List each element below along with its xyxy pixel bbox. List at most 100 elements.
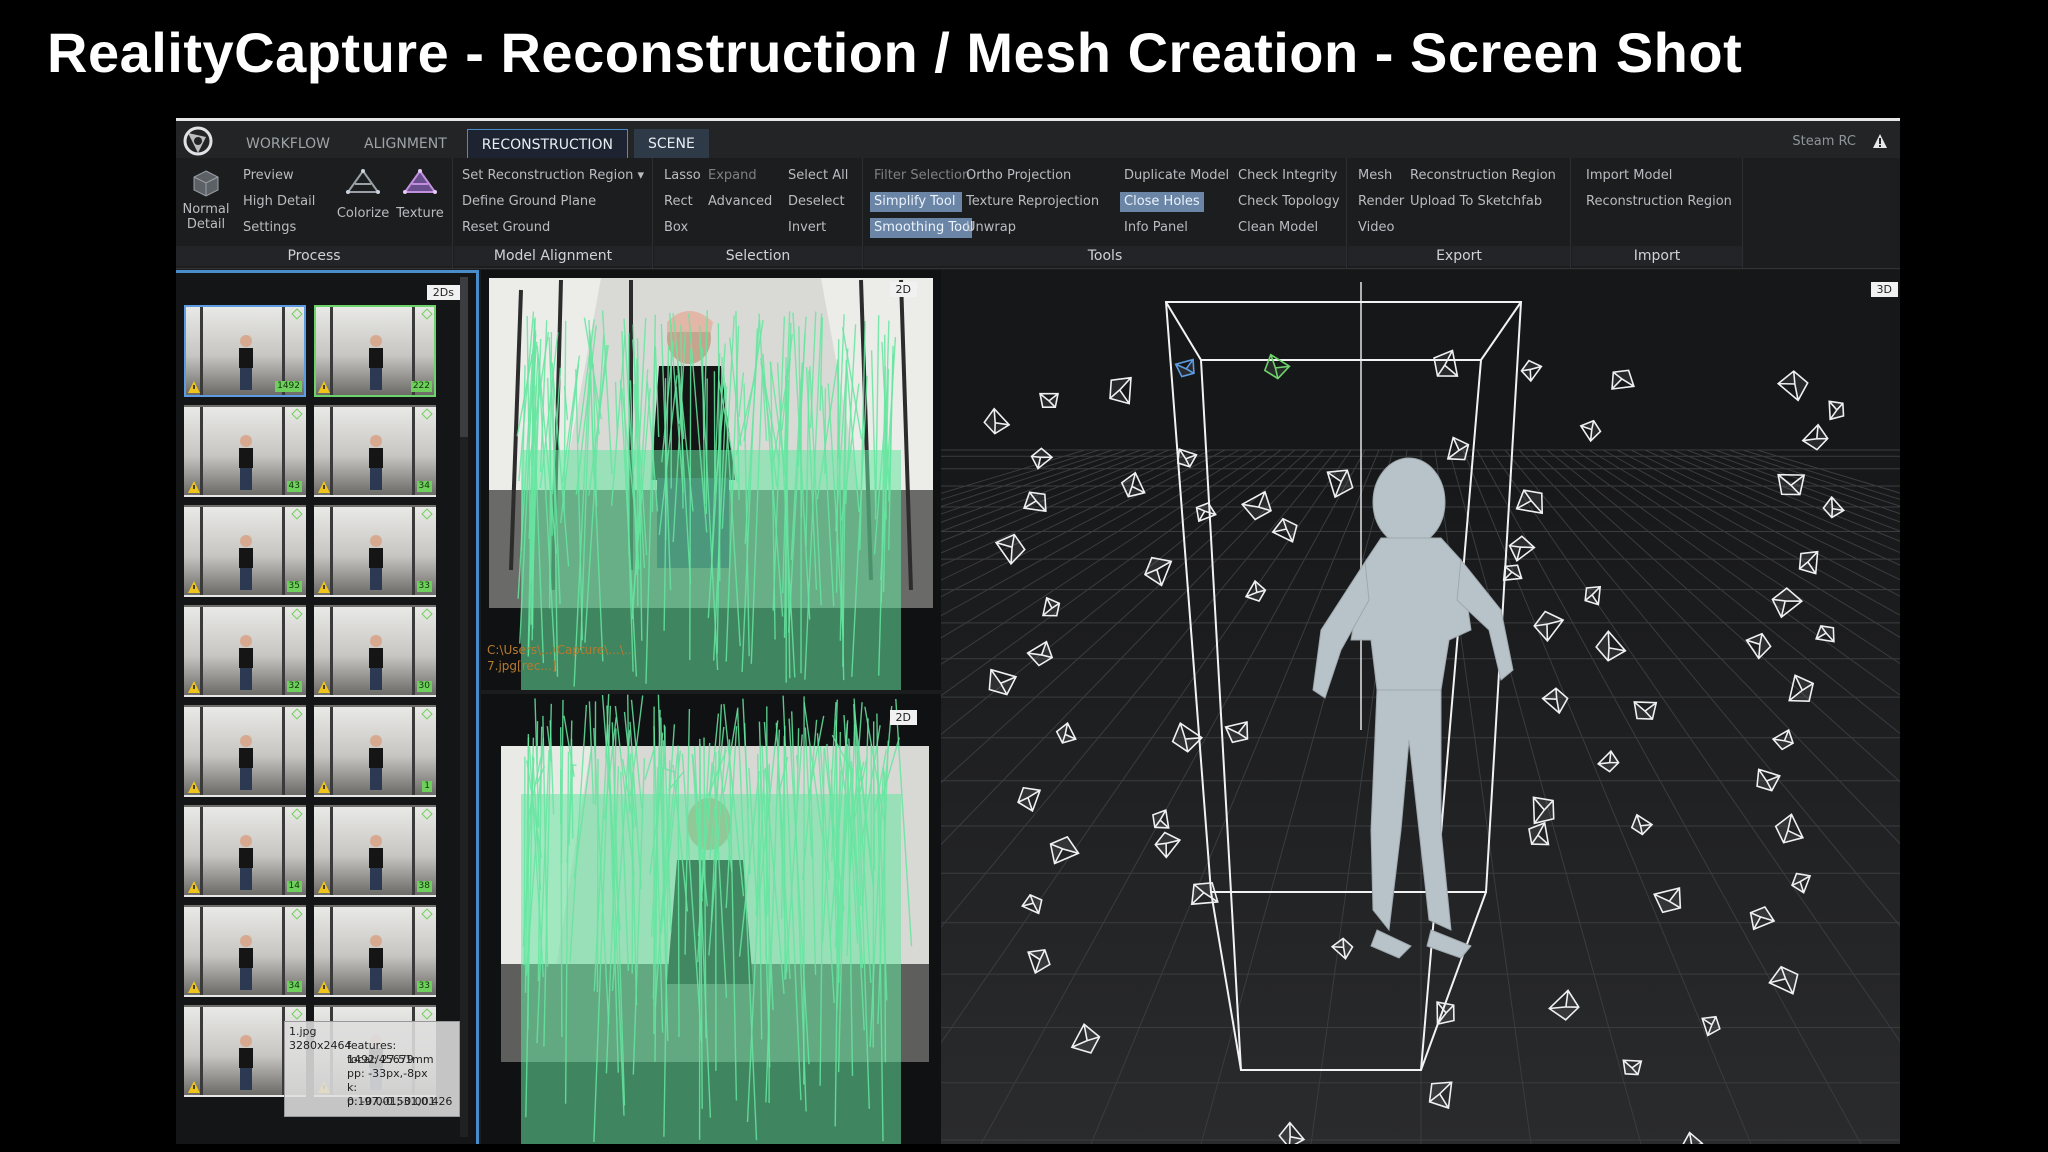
ortho-projection-button[interactable]: Ortho Projection (962, 166, 1075, 186)
image-thumbnail[interactable]: 1 (314, 705, 436, 797)
reset-ground-button[interactable]: Reset Ground (458, 218, 554, 238)
feature-count-badge: 34 (416, 481, 432, 492)
person-figure-icon (369, 335, 383, 390)
image-thumbnail[interactable]: 35 (184, 505, 306, 597)
thumbnail-pole (412, 907, 415, 995)
select-all-button[interactable]: Select All (784, 166, 852, 186)
deselect-button[interactable]: Deselect (784, 192, 849, 212)
clean-model-button[interactable]: Clean Model (1234, 218, 1322, 238)
rect-button[interactable]: Rect (660, 192, 697, 212)
expand-button[interactable]: Expand (704, 166, 761, 186)
image-info-tooltip: 1.jpg 3280x2464 features: 1492/45679 foc… (284, 1021, 460, 1117)
person-figure-icon (239, 535, 253, 590)
tab-reconstruction[interactable]: RECONSTRUCTION (466, 129, 628, 160)
images-scrollbar-thumb[interactable] (460, 277, 468, 437)
warning-icon[interactable] (1872, 133, 1888, 149)
person-figure-icon (369, 435, 383, 490)
image-thumbnail[interactable]: 34 (314, 405, 436, 497)
camera-icon[interactable] (982, 407, 1011, 436)
camera-icon[interactable] (1262, 353, 1291, 381)
check-topology-button[interactable]: Check Topology (1234, 192, 1344, 212)
filter-selection-button[interactable]: Filter Selection (870, 166, 974, 186)
image-thumbnail[interactable]: 1492 (184, 305, 306, 397)
images-panel: 2Ds 1492 222 43 34 35 33 32 30 1 14 38 34 33 (176, 270, 479, 1144)
tooltip-focal: focal: 27.51mm (347, 1053, 434, 1066)
camera-icon[interactable] (1579, 419, 1602, 443)
camera-icon[interactable] (1776, 369, 1810, 402)
camera-icon[interactable] (1039, 392, 1059, 408)
texture-reprojection-button[interactable]: Texture Reprojection (962, 192, 1103, 212)
export-mesh-button[interactable]: Mesh (1354, 166, 1396, 186)
feature-count-badge: 33 (416, 981, 432, 992)
export-group-label: Export (1348, 246, 1570, 266)
smoothing-tool-button[interactable]: Smoothing Tool (870, 218, 974, 238)
settings-button[interactable]: Settings (239, 218, 300, 238)
image-thumbnail[interactable]: 14 (184, 805, 306, 897)
image-thumbnail[interactable]: 33 (314, 905, 436, 997)
camera-icon[interactable] (1109, 376, 1132, 405)
export-reconstruction-region-button[interactable]: Reconstruction Region (1406, 166, 1560, 186)
tab-alignment[interactable]: ALIGNMENT (350, 129, 461, 159)
unwrap-button[interactable]: Unwrap (962, 218, 1020, 238)
normal-detail-label-2: Detail (186, 217, 226, 232)
simplify-tool-button[interactable]: Simplify Tool (870, 192, 962, 212)
camera-icon[interactable] (1520, 358, 1543, 383)
import-reconstruction-region-button[interactable]: Reconstruction Region (1582, 192, 1736, 212)
thumbnail-pole (282, 707, 285, 795)
thumbnail-pole (200, 707, 203, 795)
tab-scene[interactable]: SCENE (633, 129, 709, 159)
advanced-button[interactable]: Advanced (704, 192, 776, 212)
thumbnail-pole (200, 807, 203, 895)
lasso-button[interactable]: Lasso (660, 166, 705, 186)
image-thumbnail[interactable]: 34 (184, 905, 306, 997)
camera-icon[interactable] (1828, 400, 1845, 421)
preview-button[interactable]: Preview (239, 166, 298, 186)
set-reconstruction-region-button[interactable]: Set Reconstruction Region ▾ (458, 166, 648, 186)
render-button[interactable]: Render (1354, 192, 1408, 212)
image-thumbnail[interactable]: 38 (314, 805, 436, 897)
camera-icon[interactable] (1174, 358, 1197, 378)
view-2d-bottom[interactable]: 2D (481, 694, 941, 1144)
image-thumbnail[interactable]: 33 (314, 505, 436, 597)
upload-to-sketchfab-button[interactable]: Upload To Sketchfab (1406, 192, 1546, 212)
high-detail-button[interactable]: High Detail (239, 192, 319, 212)
selection-group: Lasso Rect Box Expand Advanced Select Al… (654, 158, 863, 268)
model-alignment-group-label: Model Alignment (454, 246, 652, 266)
box-button[interactable]: Box (660, 218, 692, 238)
video-button[interactable]: Video (1354, 218, 1398, 238)
close-holes-button[interactable]: Close Holes (1120, 192, 1204, 212)
person-figure-icon (369, 635, 383, 690)
colorize-label: Colorize (336, 206, 390, 221)
texture-button[interactable]: Texture (392, 168, 448, 221)
image-thumbnail[interactable]: 43 (184, 405, 306, 497)
feature-count-badge: 38 (416, 881, 432, 892)
import-model-button[interactable]: Import Model (1582, 166, 1676, 186)
view-2d-top[interactable]: 2D C:\Users\...\Capture\...\... 7.jpg[re… (481, 270, 941, 690)
thumbnail-pole (282, 507, 285, 595)
import-group: Import Model Reconstruction Region Impor… (1572, 158, 1743, 268)
tab-workflow[interactable]: WORKFLOW (232, 129, 344, 159)
app-logo-icon[interactable] (176, 123, 224, 159)
info-panel-button[interactable]: Info Panel (1120, 218, 1192, 238)
thumbnail-pole (412, 707, 415, 795)
camera-icon[interactable] (1433, 349, 1459, 380)
image-thumbnail[interactable]: 32 (184, 605, 306, 697)
invert-button[interactable]: Invert (784, 218, 830, 238)
image-thumbnail[interactable]: 30 (314, 605, 436, 697)
view-3d[interactable]: 3D (941, 270, 1900, 1144)
image-thumbnail[interactable] (184, 705, 306, 797)
check-integrity-button[interactable]: Check Integrity (1234, 166, 1341, 186)
reality-capture-window: WORKFLOW ALIGNMENT RECONSTRUCTION SCENE … (176, 118, 1900, 1144)
status-diamond-icon (291, 708, 303, 720)
colorize-button[interactable]: Colorize (334, 168, 392, 221)
thumbnail-pole (330, 707, 333, 795)
images-scrollbar[interactable] (460, 277, 468, 1137)
image-thumbnail[interactable]: 222 (314, 305, 436, 397)
camera-icon[interactable] (1610, 369, 1635, 390)
tooltip-pp: pp: -33px,-8px (347, 1067, 428, 1080)
duplicate-model-button[interactable]: Duplicate Model (1120, 166, 1233, 186)
status-diamond-icon (291, 608, 303, 620)
define-ground-plane-button[interactable]: Define Ground Plane (458, 192, 600, 212)
status-diamond-icon (421, 1008, 433, 1020)
normal-detail-button[interactable]: Normal Detail (180, 168, 232, 232)
